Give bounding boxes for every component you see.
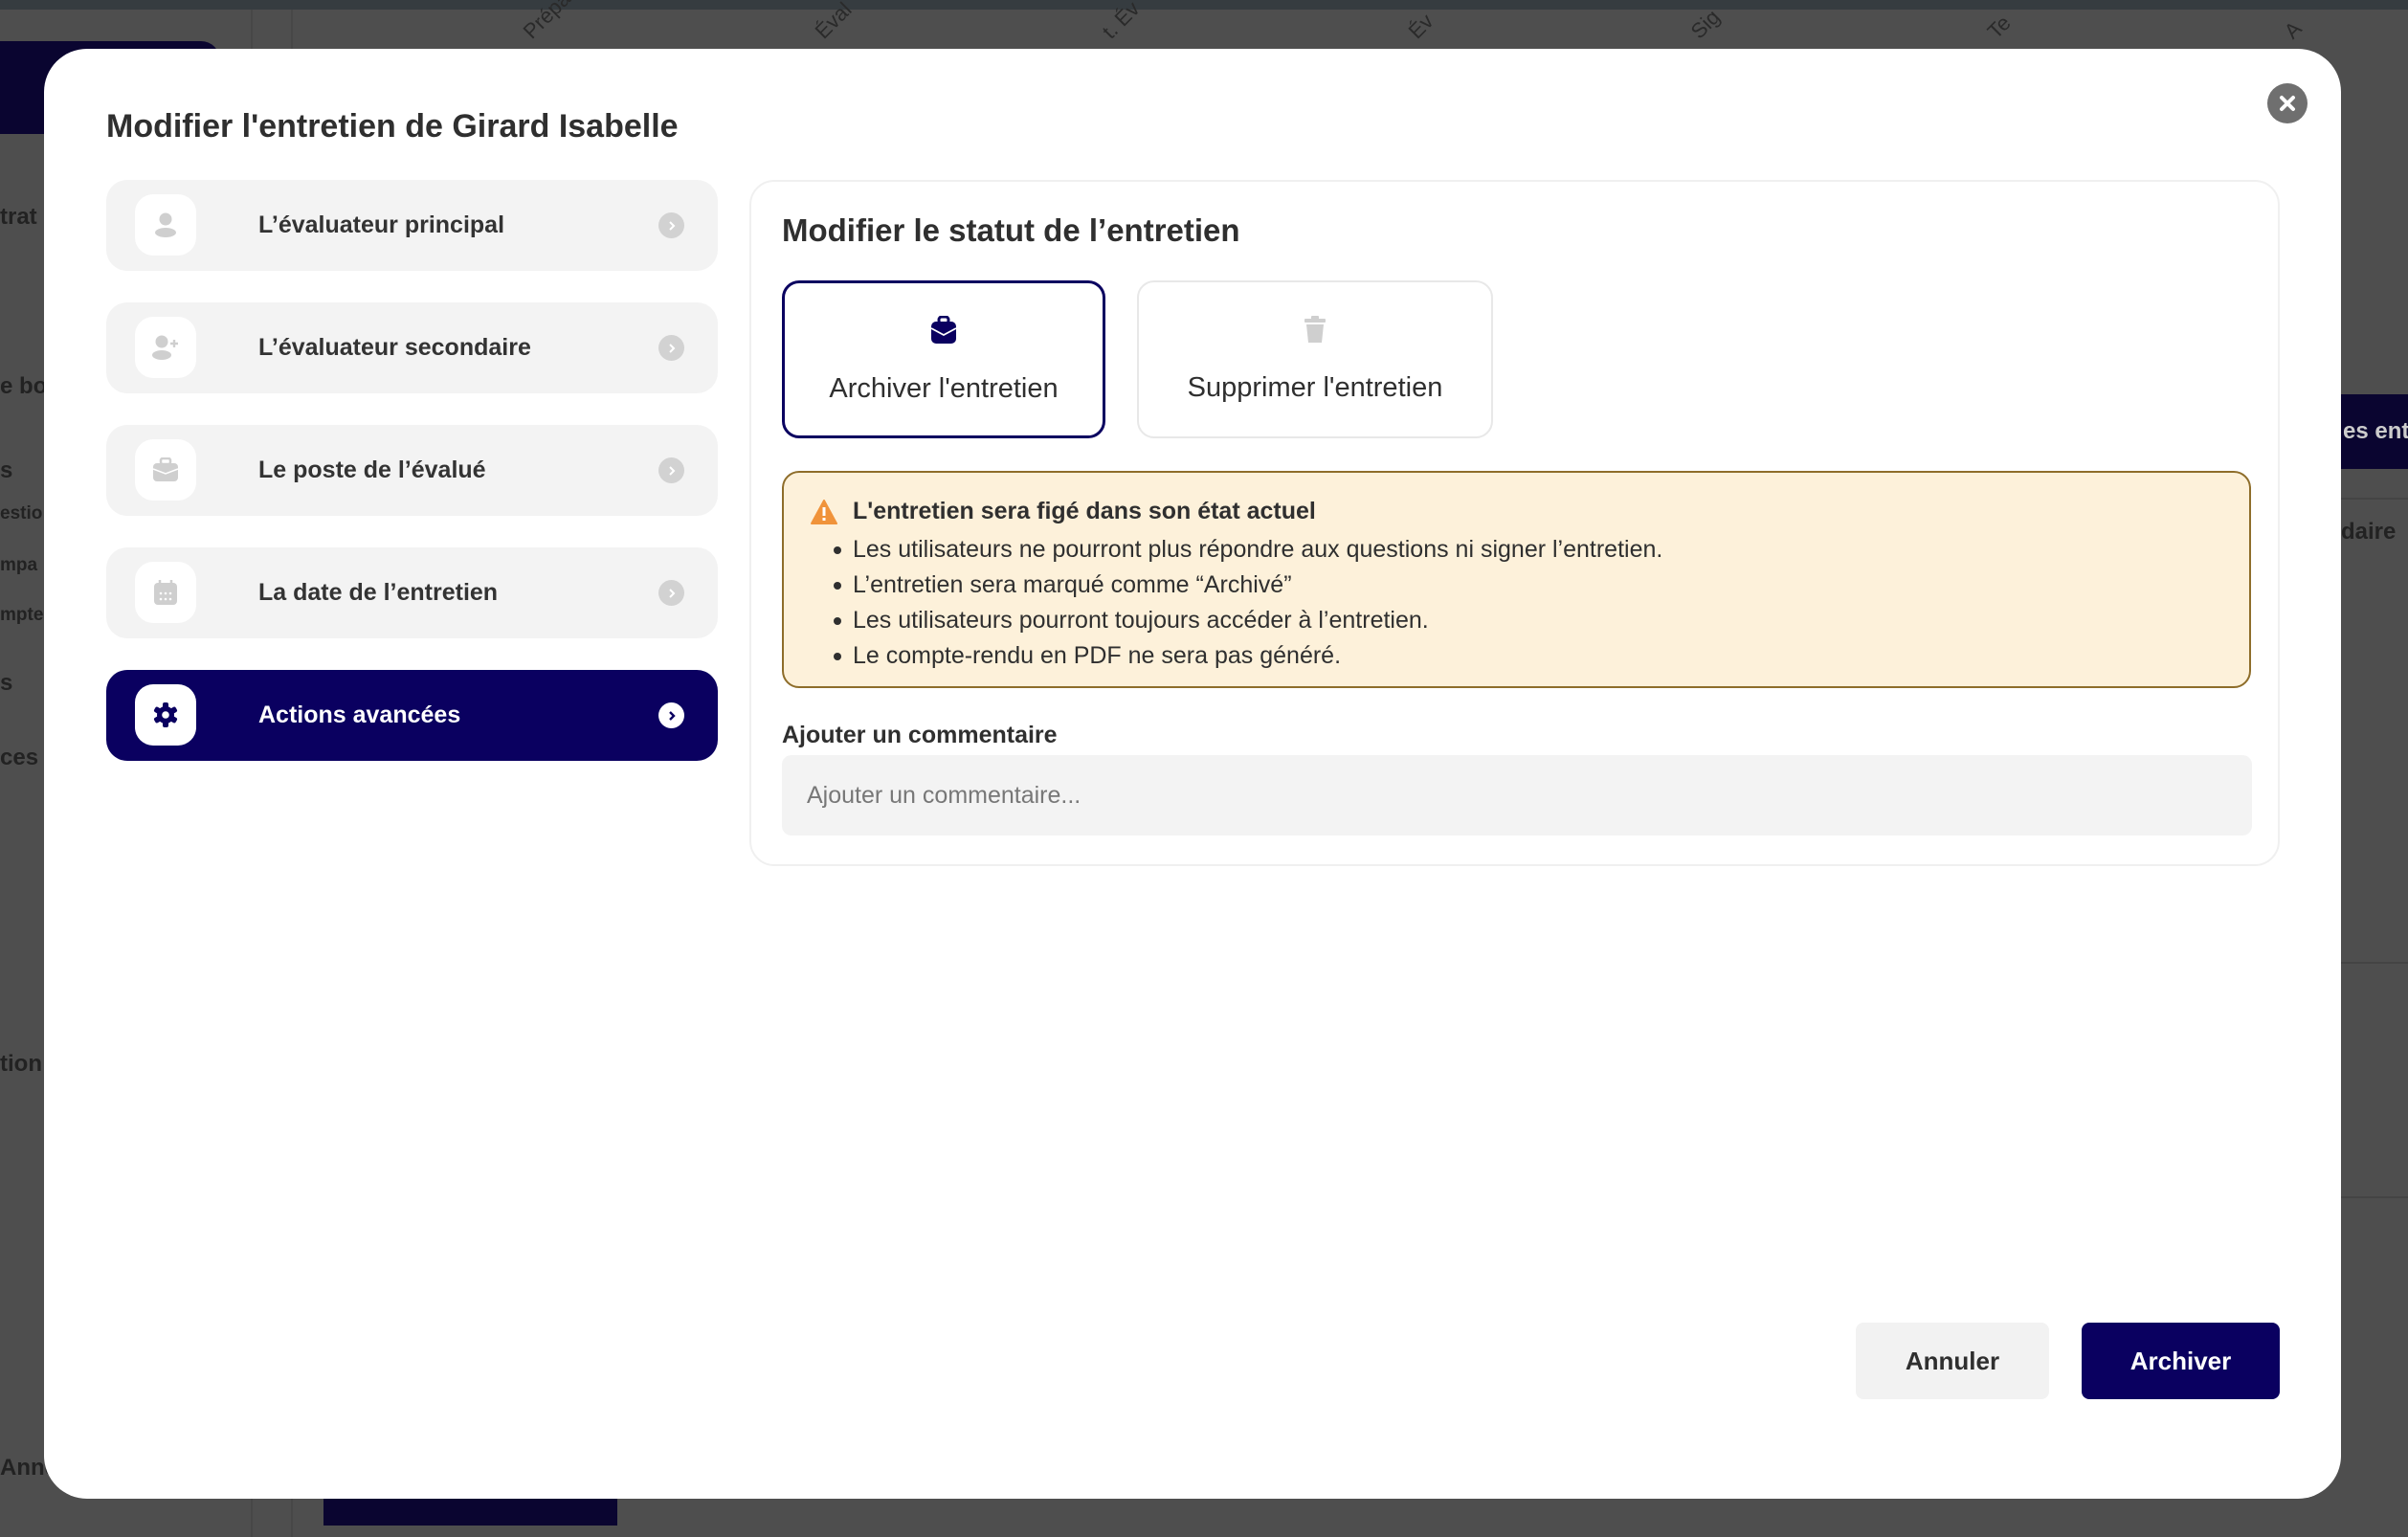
warning-list: Les utilisateurs ne pourront plus répond… <box>833 532 1662 674</box>
archive-option[interactable]: Archiver l'entretien <box>782 280 1105 438</box>
cancel-button[interactable]: Annuler <box>1856 1323 2049 1399</box>
nav-item-label: L’évaluateur secondaire <box>258 334 531 361</box>
warning-item: L’entretien sera marqué comme “Archivé” <box>833 568 1662 603</box>
close-button[interactable] <box>2267 83 2308 123</box>
chevron-right-icon <box>668 588 675 598</box>
nav-item-label: L’évaluateur principal <box>258 212 505 238</box>
warning-item: Le compte-rendu en PDF ne sera pas génér… <box>833 638 1662 674</box>
nav-item-advanced-actions[interactable]: Actions avancées <box>106 670 718 761</box>
nav-item-date[interactable]: La date de l’entretien <box>106 547 718 638</box>
trash-icon <box>1304 316 1326 343</box>
background-column-header: Te <box>1982 11 2016 44</box>
status-panel: Modifier le statut de l’entretien Archiv… <box>749 180 2280 866</box>
nav-item-position[interactable]: Le poste de l’évalué <box>106 425 718 516</box>
nav-item-secondary-evaluator[interactable]: L’évaluateur secondaire <box>106 302 718 393</box>
warning-heading: L'entretien sera figé dans son état actu… <box>853 498 1316 524</box>
background-side-text: s <box>0 457 13 483</box>
background-side-text: estio <box>0 503 43 523</box>
archive-bag-icon <box>930 316 957 344</box>
modal-title: Modifier l'entretien de Girard Isabelle <box>106 108 679 145</box>
nav-item-primary-evaluator[interactable]: L’évaluateur principal <box>106 180 718 271</box>
warning-icon <box>811 500 837 524</box>
comment-label: Ajouter un commentaire <box>782 722 1058 748</box>
modal-nav: L’évaluateur principal L’évaluateur seco… <box>106 180 718 792</box>
background-divider <box>2341 962 2408 964</box>
edit-interview-modal: Modifier l'entretien de Girard Isabelle … <box>44 49 2341 1499</box>
chevron-right-icon <box>668 343 675 353</box>
app-top-bar <box>0 0 2408 10</box>
archive-button[interactable]: Archiver <box>2082 1323 2280 1399</box>
user-plus-icon <box>152 335 178 360</box>
background-side-text: mpa <box>0 555 38 575</box>
background-side-text: mpte <box>0 605 44 625</box>
chevron-right-icon <box>668 220 675 231</box>
background-side-text: tion <box>0 1051 42 1077</box>
user-icon <box>155 212 176 237</box>
briefcase-icon <box>152 457 179 481</box>
chevron-right-icon <box>668 465 675 476</box>
panel-title: Modifier le statut de l’entretien <box>782 212 1240 248</box>
background-column-header: Sig <box>1685 5 1725 44</box>
background-side-text: s <box>0 670 13 696</box>
background-column-header: A <box>2279 16 2307 44</box>
delete-option[interactable]: Supprimer l'entretien <box>1137 280 1493 438</box>
warning-item: Les utilisateurs ne pourront plus répond… <box>833 532 1662 568</box>
nav-item-label: La date de l’entretien <box>258 579 499 606</box>
background-right-text: daire <box>2341 519 2397 545</box>
background-column-header: Év <box>1403 9 1438 44</box>
background-side-text: trat <box>0 204 37 230</box>
nav-item-label: Actions avancées <box>258 702 461 728</box>
background-side-text: ces <box>0 745 39 770</box>
delete-option-label: Supprimer l'entretien <box>1187 372 1443 403</box>
nav-item-label: Le poste de l’évalué <box>258 457 486 483</box>
background-divider <box>2341 498 2408 500</box>
comment-input[interactable] <box>782 755 2252 835</box>
chevron-right-icon <box>668 710 676 721</box>
close-icon <box>2280 96 2295 111</box>
background-side-text: e bo <box>0 373 48 399</box>
background-divider <box>2341 1196 2408 1198</box>
archive-option-label: Archiver l'entretien <box>829 373 1059 404</box>
background-tab: es entr <box>2335 394 2408 469</box>
gear-icon <box>153 702 178 727</box>
calendar-icon <box>154 580 177 605</box>
warning-item: Les utilisateurs pourront toujours accéd… <box>833 603 1662 638</box>
warning-box: L'entretien sera figé dans son état actu… <box>782 471 2251 688</box>
